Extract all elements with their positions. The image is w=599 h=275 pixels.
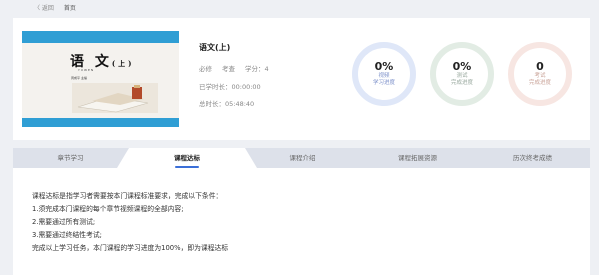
course-tags: 必修 考查 学分：4 (199, 63, 269, 73)
video-progress-label-1: 视频 (378, 72, 390, 79)
tab-course-standard-label: 课程达标 (174, 154, 200, 162)
cover-editor: 周成平 主编 (71, 76, 87, 80)
course-header-card: 语 文(上) YUWEN 周成平 主编 语文(上) 必修 考查 学分：4 已学时… (13, 18, 590, 140)
tab-course-standard[interactable]: 课程达标 (129, 148, 245, 168)
tag-credits: 学分：4 (245, 65, 269, 73)
exam-progress-value: 0 (536, 60, 544, 74)
cover-bottom-band (22, 118, 179, 127)
test-progress-value: 0% (452, 60, 472, 74)
cover-book-photo (72, 83, 158, 113)
exam-progress-label-1: 考试 (534, 72, 546, 79)
test-progress-label-1: 测试 (456, 72, 468, 79)
home-link[interactable]: 首页 (64, 3, 76, 12)
tab-exam-history[interactable]: 历次终考成绩 (475, 148, 590, 168)
course-cover-image: 语 文(上) YUWEN 周成平 主编 (22, 31, 179, 127)
standard-condition-2: 2.需要通过所有测试; (32, 218, 96, 226)
video-progress-label-2: 学习进度 (372, 79, 395, 86)
tab-course-intro[interactable]: 课程介绍 (245, 148, 360, 168)
tab-chapter-study[interactable]: 章节学习 (13, 148, 128, 168)
study-time: 已学时长：00:00:00 (199, 83, 261, 91)
tag-assessment: 考查 (222, 65, 235, 73)
tag-required: 必修 (199, 65, 212, 73)
test-progress-label-2: 完成进度 (450, 79, 473, 86)
back-link[interactable]: 〈 返回 (34, 3, 54, 12)
total-time: 总时长：05:48:40 (199, 100, 255, 108)
video-progress-value: 0% (374, 60, 394, 74)
top-nav: 〈 返回 首页 (0, 0, 599, 14)
standard-condition-3: 3.需要通过终结性考试; (32, 231, 102, 239)
cover-top-band (22, 31, 179, 43)
standard-summary-text: 完成以上学习任务，本门课程的学习进度为100%，即为课程达标 (32, 244, 229, 252)
course-tabs: 章节学习 课程达标 课程介绍 课程拓展资源 历次终考成绩 (13, 148, 590, 168)
video-progress-circle: 0% 视频 学习进度 (352, 42, 416, 106)
standard-condition-1: 1.须完成本门课程的每个章节视频课程的全部内容; (32, 205, 184, 213)
cover-title-suffix: (上) (111, 59, 135, 68)
course-title: 语文(上) (199, 43, 231, 52)
cover-subtitle: YUWEN (78, 68, 95, 72)
exam-progress-circle: 0 考试 完成进度 (508, 42, 572, 106)
tab-content-panel: 课程达标是指学习者需要按本门课程标准要求，完成以下条件： 1.须完成本门课程的每… (13, 168, 590, 275)
exam-progress-label-2: 完成进度 (528, 79, 551, 86)
tab-extended-resources[interactable]: 课程拓展资源 (360, 148, 475, 168)
standard-intro-text: 课程达标是指学习者需要按本门课程标准要求，完成以下条件： (32, 192, 223, 200)
test-progress-circle: 0% 测试 完成进度 (430, 42, 494, 106)
